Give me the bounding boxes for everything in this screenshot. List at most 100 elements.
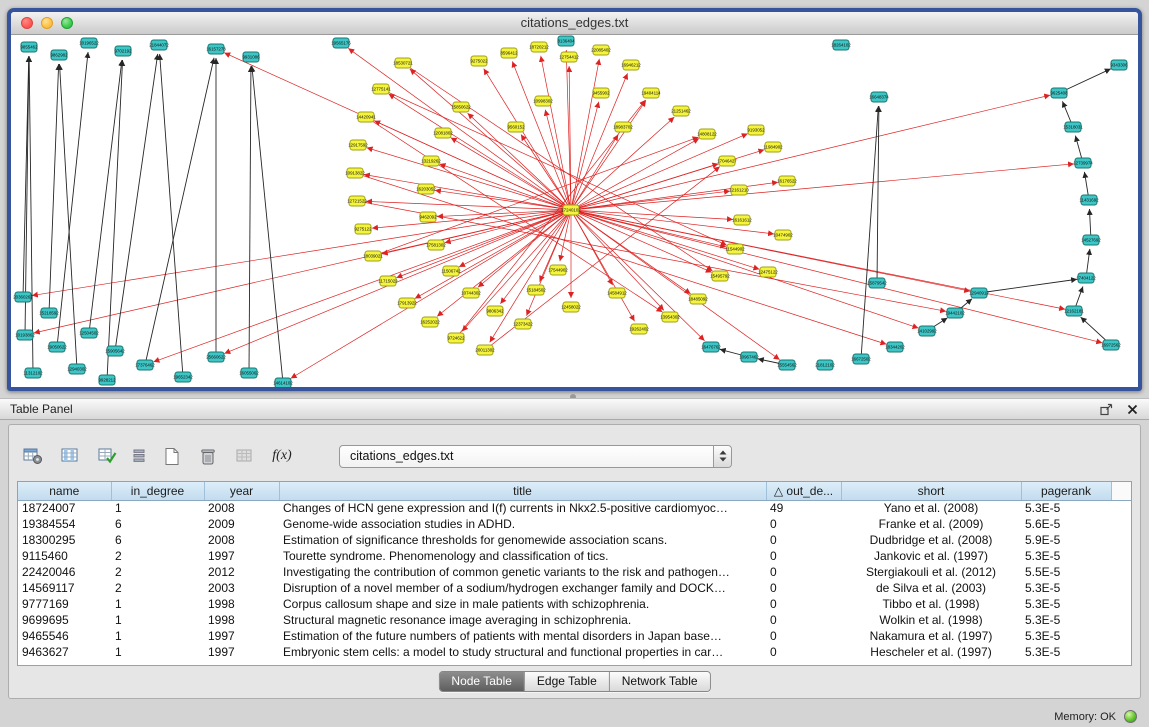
graph-node-label: 17240102 [561,208,581,213]
graph-node-label: 9462092 [419,215,437,220]
table-selector-value: citations_edges.txt [340,449,713,463]
function-builder-icon[interactable]: f(x) [268,442,296,470]
table-row[interactable]: 977716911998Corpus callosum shape and si… [18,596,1131,612]
graph-node-label: 12081802 [433,131,453,136]
network-canvas[interactable]: 9855462986298210196522970219221844072161… [11,35,1138,387]
graph-node-label: 9193052 [747,128,765,133]
graph-node-label: 15554562 [777,363,797,368]
row-list-icon[interactable] [130,442,148,470]
graph-node-label: 12940302 [67,367,87,372]
graph-edge [571,102,599,210]
graph-node-label: 12917592 [348,143,368,148]
graph-edge [571,95,1050,210]
combo-stepper-icon[interactable] [713,446,731,467]
table-cell: de Silva et al. (2003) [841,580,1021,596]
column-header-filler [1111,482,1131,500]
graph-node-label: 19404114 [641,91,661,96]
table-cell: 9777169 [18,596,111,612]
table-cell: Estimation of the future numbers of pati… [279,628,766,644]
tab-node-table[interactable]: Node Table [439,672,525,691]
graph-node-label: 12940912 [969,291,989,296]
table-cell: 9463627 [18,644,111,660]
status-bar: Memory: OK [1054,710,1137,723]
table-row[interactable]: 1456911722003Disruption of a novel membe… [18,580,1131,596]
edit-table-icon[interactable] [93,442,121,470]
table-cell: 5.3E-5 [1021,580,1111,596]
table-cell: Tibbo et al. (1998) [841,596,1021,612]
column-header-out-degree[interactable]: △ out_de... [766,482,841,500]
graph-node-label: 16476762 [701,345,721,350]
graph-edge [107,60,123,380]
table-row[interactable]: 911546021997Tourette syndrome. Phenomeno… [18,548,1131,564]
graph-node-label: 16648374 [869,95,889,100]
delete-table-icon[interactable] [194,442,222,470]
table-cell: Corpus callosum shape and size in male p… [279,596,766,612]
graph-edge [571,210,712,272]
column-header-year[interactable]: year [204,482,279,500]
column-header-in-degree[interactable]: in_degree [111,482,204,500]
column-header-name[interactable]: name [18,482,111,500]
graph-node-label: 15318031 [1063,125,1083,130]
table-selector-combo[interactable]: citations_edges.txt [339,445,732,468]
graph-node-label: 18039021 [363,254,383,259]
show-columns-icon[interactable] [56,442,84,470]
graph-node-label: 16157278 [206,47,226,52]
table-row[interactable]: 946554611997Estimation of the future num… [18,628,1131,644]
table-cell: Franke et al. (2009) [841,516,1021,532]
graph-edge [145,58,214,365]
tab-network-table[interactable]: Network Table [610,672,710,691]
tab-edge-table[interactable]: Edge Table [525,672,610,691]
graph-node-label: 12754412 [559,55,579,60]
table-cell-filler [1111,580,1131,596]
graph-edge [366,117,662,312]
table-row[interactable]: 946362711997Embryonic stem cells: a mode… [18,644,1131,660]
network-window-titlebar[interactable]: citations_edges.txt [11,12,1138,35]
table-cell: 6 [111,532,204,548]
column-header-pagerank[interactable]: pagerank [1021,482,1111,500]
graph-node-label: 11506742 [441,269,461,274]
new-table-icon[interactable] [157,442,185,470]
table-cell: 5.3E-5 [1021,500,1111,516]
graph-node-label: 15879542 [867,281,887,286]
table-cell: 2008 [204,532,279,548]
graph-svg: 9855462986298210196522970219221844072161… [11,35,1138,387]
table-cell-filler [1111,596,1131,612]
float-panel-icon[interactable] [1099,402,1113,416]
table-row[interactable]: 1830029562008Estimation of significance … [18,532,1131,548]
table-cell: 18724007 [18,500,111,516]
column-header-title[interactable]: title [279,482,766,500]
table-row[interactable]: 2242004622012Investigating the contribut… [18,564,1131,580]
graph-node-label: 12775141 [371,87,391,92]
table-cell: 6 [111,516,204,532]
table-cell: Nakamura et al. (1997) [841,628,1021,644]
graph-edge [571,210,780,360]
graph-node-label: 14420941 [356,115,376,120]
graph-node-label: 13219262 [421,159,441,164]
memory-status-icon[interactable] [1124,710,1137,723]
graph-node-label: 9928212 [98,378,116,383]
table-cell: Yano et al. (2008) [841,500,1021,516]
close-panel-icon[interactable] [1125,402,1139,416]
table-row[interactable]: 1938455462009Genome-wide association stu… [18,516,1131,532]
memory-status-label: Memory: OK [1054,711,1116,723]
graph-node-label: 16176522 [777,179,797,184]
table-cell-filler [1111,516,1131,532]
table-row[interactable]: 969969511998Structural magnetic resonanc… [18,612,1131,628]
graph-node-label: 16252022 [420,320,440,325]
graph-edge [89,60,122,333]
table-cell: 0 [766,548,841,564]
graph-edge [979,279,1077,293]
table-cell: 49 [766,500,841,516]
graph-node-label: 21251462 [671,109,691,114]
column-header-short[interactable]: short [841,482,1021,500]
table-row[interactable]: 1872400712008Changes of HCN gene express… [18,500,1131,516]
graph-node-label: 14808122 [697,132,717,137]
table-options-icon[interactable] [19,442,47,470]
graph-node-label: 9855462 [20,45,38,50]
import-table-icon[interactable] [231,442,259,470]
graph-edge [571,210,705,341]
graph-node-label: 18720212 [529,45,549,50]
table-cell: 1998 [204,596,279,612]
graph-edge [877,106,879,283]
graph-node-label: 14614102 [273,381,293,386]
